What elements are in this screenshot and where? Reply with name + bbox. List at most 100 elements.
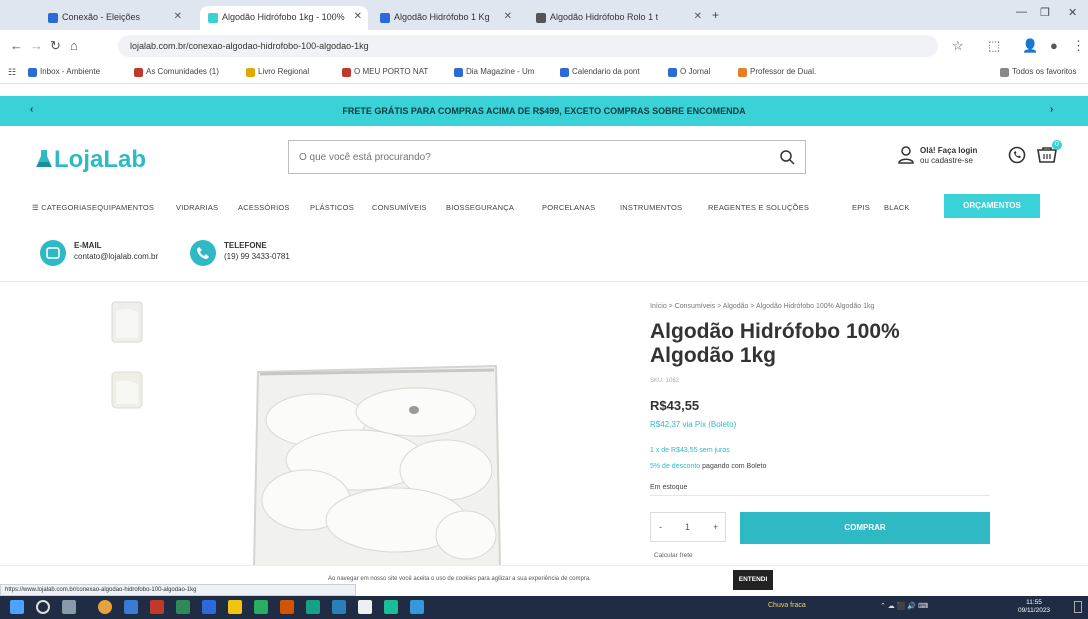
browser-tab[interactable]: Algodão Hidrófobo 1 Kg ✕ <box>372 6 518 30</box>
browser-toolbar: ← → ↻ ⌂ lojalab.com.br/conexao-algodao-h… <box>0 30 1088 62</box>
app-icon[interactable] <box>150 600 164 614</box>
logo-text: LojaLab <box>54 146 147 173</box>
cookie-accept-button[interactable]: ENTENDI <box>733 570 773 590</box>
qty-value[interactable]: 1 <box>685 522 690 532</box>
account-avatar-icon[interactable]: ● <box>1050 38 1058 53</box>
close-icon[interactable]: ✕ <box>504 11 512 22</box>
back-icon[interactable]: ← <box>10 38 23 53</box>
shipping-link[interactable]: Calcular frete <box>654 552 693 559</box>
other-bookmarks[interactable]: Todos os favoritos <box>1000 67 1076 77</box>
app-icon[interactable] <box>254 600 268 614</box>
search-icon[interactable] <box>779 149 795 165</box>
browser-tab-bar: Conexão - Eleições ✕ Algodão Hidrófobo 1… <box>0 0 1088 30</box>
nav-item-plasticos[interactable]: PLÁSTICOS <box>310 203 354 212</box>
forward-icon[interactable]: → <box>30 38 43 53</box>
flask-icon <box>36 150 52 167</box>
contact-phone[interactable]: TELEFONE (19) 99 3433-0781 <box>190 240 290 266</box>
nav-item-vidrarias[interactable]: VIDRARIAS <box>176 203 218 212</box>
contact-email-title: E-MAIL <box>74 241 102 250</box>
installments-text[interactable]: 1 x de R$43,55 sem juros <box>650 447 730 454</box>
cart-button[interactable]: 0 <box>1036 140 1062 166</box>
contact-phone-title: TELEFONE <box>224 241 267 250</box>
nav-item-porcelanas[interactable]: PORCELANAS <box>542 203 595 212</box>
email-icon <box>40 240 66 266</box>
bookmark-item[interactable]: Professor de Dual. <box>738 67 816 77</box>
account-link[interactable]: Olá! Faça login ou cadastre-se <box>898 146 977 166</box>
search-icon[interactable] <box>36 600 50 614</box>
bookmark-favicon-icon <box>738 68 747 77</box>
extensions-icon[interactable]: ⬚ <box>988 38 1000 54</box>
cotton-bag-thumbnail-image <box>111 301 143 343</box>
app-icon[interactable] <box>384 600 398 614</box>
chrome-icon[interactable] <box>98 600 112 614</box>
tab-favicon-icon <box>380 13 390 23</box>
nav-item-epis[interactable]: EPIS <box>852 203 870 212</box>
tab-label: Algodão Hidrófobo 1kg - 100% <box>222 12 345 22</box>
home-icon[interactable]: ⌂ <box>70 38 78 53</box>
menu-icon[interactable]: ⋮ <box>1072 38 1085 54</box>
nav-item-acessorios[interactable]: ACESSÓRIOS <box>238 203 290 212</box>
bookmark-star-icon[interactable]: ☆ <box>952 38 964 54</box>
apps-icon[interactable]: ☷ <box>8 67 16 78</box>
task-view-icon[interactable] <box>62 600 76 614</box>
browser-tab[interactable]: Algodão Hidrófobo Rolo 1 t ✕ <box>528 6 708 30</box>
clock[interactable]: 11:55 09/11/2023 <box>1018 599 1050 615</box>
app-icon[interactable] <box>358 600 372 614</box>
nav-item-reagentes[interactable]: REAGENTES E SOLUÇÕES <box>708 203 809 212</box>
nav-item-black[interactable]: BLACK <box>884 203 910 212</box>
weather-widget[interactable]: Chuva fraca <box>768 602 806 609</box>
qty-minus-button[interactable]: - <box>659 522 662 532</box>
qty-plus-button[interactable]: + <box>713 522 718 532</box>
close-icon[interactable]: ✕ <box>354 11 362 22</box>
app-icon[interactable] <box>176 600 190 614</box>
address-bar[interactable]: lojalab.com.br/conexao-algodao-hidrofobo… <box>118 35 938 57</box>
breadcrumb[interactable]: Início > Consumíveis > Algodão > Algodão… <box>650 303 874 310</box>
bookmark-item[interactable]: Calendario da pont <box>560 67 640 77</box>
nav-item-biosseguranca[interactable]: BIOSSEGURANÇA <box>446 203 514 212</box>
nav-item-equipamentos[interactable]: EQUIPAMENTOS <box>92 203 154 212</box>
reload-icon[interactable]: ↻ <box>50 38 61 54</box>
new-tab-button[interactable]: + <box>712 8 719 22</box>
chevron-right-icon[interactable]: › <box>1050 104 1053 115</box>
app-icon[interactable] <box>280 600 294 614</box>
tab-label: Algodão Hidrófobo Rolo 1 t <box>550 12 659 22</box>
file-explorer-icon[interactable] <box>124 600 138 614</box>
bookmark-item[interactable]: Livro Regional <box>246 67 309 77</box>
app-icon[interactable] <box>202 600 216 614</box>
nav-item-categorias[interactable]: ☰ CATEGORIAS <box>32 203 92 212</box>
minimize-icon[interactable]: — <box>1016 6 1027 18</box>
browser-tab[interactable]: Conexão - Eleições ✕ <box>40 6 188 30</box>
bookmark-item[interactable]: O MEU PORTO NAT <box>342 67 428 77</box>
buy-button[interactable]: COMPRAR <box>740 512 990 544</box>
show-desktop-icon[interactable] <box>1074 601 1082 613</box>
bookmark-item[interactable]: Dia Magazine - Um <box>454 67 534 77</box>
app-icon[interactable] <box>306 600 320 614</box>
profile-icon[interactable]: 👤 <box>1022 38 1038 54</box>
orcamentos-button[interactable]: ORÇAMENTOS <box>944 194 1040 218</box>
app-icon[interactable] <box>228 600 242 614</box>
nav-item-consumiveis[interactable]: CONSUMÍVEIS <box>372 203 427 212</box>
app-icon[interactable] <box>332 600 346 614</box>
product-main-image[interactable] <box>246 360 506 570</box>
close-window-icon[interactable]: ✕ <box>1068 6 1077 19</box>
bookmark-item[interactable]: Inbox - Ambiente <box>28 67 100 77</box>
whatsapp-icon[interactable] <box>1008 146 1026 164</box>
nav-item-instrumentos[interactable]: INSTRUMENTOS <box>620 203 682 212</box>
close-icon[interactable]: ✕ <box>694 11 702 22</box>
windows-start-icon[interactable] <box>10 600 24 614</box>
product-thumbnail[interactable] <box>104 366 150 416</box>
browser-tab-active[interactable]: Algodão Hidrófobo 1kg - 100% ✕ <box>200 6 368 30</box>
chevron-left-icon[interactable]: ‹ <box>30 104 33 115</box>
bookmark-item[interactable]: As Comunidades (1) <box>134 67 219 77</box>
product-thumbnail[interactable] <box>104 298 150 348</box>
search-input[interactable] <box>289 141 769 173</box>
bookmark-item[interactable]: O Jornal <box>668 67 710 77</box>
close-icon[interactable]: ✕ <box>174 11 182 22</box>
product-price: R$43,55 <box>650 398 700 413</box>
app-icon[interactable] <box>410 600 424 614</box>
system-tray[interactable]: ⌃ ☁ ⬛ 🔊 ⌨ <box>880 602 928 610</box>
status-bar-url: https://www.lojalab.com.br/conexao-algod… <box>0 584 356 596</box>
maximize-icon[interactable]: ❐ <box>1040 6 1050 19</box>
contact-email[interactable]: E-MAIL contato@lojalab.com.br <box>40 240 158 266</box>
site-logo[interactable]: LojaLab <box>36 146 146 174</box>
